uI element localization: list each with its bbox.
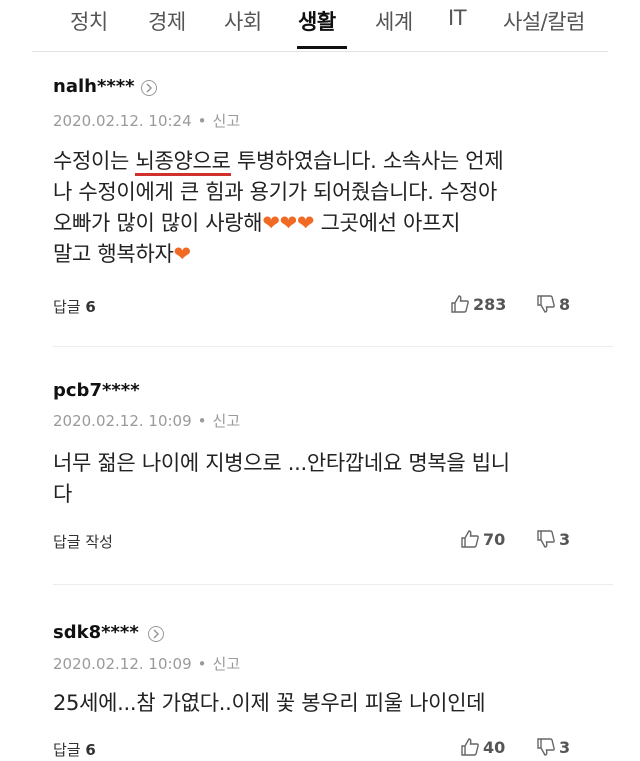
reply-button[interactable]: 답글 6 [53, 739, 96, 760]
reply-button[interactable]: 답글 6 [53, 296, 96, 317]
dislike-count: 3 [559, 529, 571, 549]
tab-economy[interactable]: 경제 [148, 6, 186, 36]
thumbs-up-icon [461, 738, 479, 756]
dislike-button[interactable]: 3 [536, 737, 570, 757]
comment-text: 너무 젊은 나이에 지병으로 ...안타깝네요 명복을 빕니 다 [53, 448, 613, 510]
like-button[interactable]: 40 [460, 737, 505, 757]
comment-text-part: 수정이는 [53, 149, 136, 173]
thumbs-down-icon [537, 530, 555, 548]
thumbs-up-icon [451, 295, 469, 313]
heart-emojis: ❤❤❤ [262, 211, 315, 235]
like-count: 283 [473, 294, 507, 314]
like-button[interactable]: 283 [450, 294, 506, 314]
report-link[interactable]: 신고 [213, 412, 241, 430]
like-count: 40 [483, 737, 506, 757]
reply-count: 6 [85, 741, 96, 759]
comment-divider [53, 584, 613, 585]
report-link[interactable]: 신고 [213, 112, 241, 130]
comment-meta: 2020.02.12. 10:24 • 신고 [53, 112, 241, 130]
write-reply-button[interactable]: 답글 작성 [53, 531, 113, 552]
tab-world[interactable]: 세계 [375, 6, 413, 36]
comment-text-part: 그곳에선 아프지 [314, 211, 461, 235]
comment-text: 25세에...참 가엾다..이제 꽃 봉우리 피울 나이인데 [53, 688, 613, 719]
comment-meta: 2020.02.12. 10:09 • 신고 [53, 412, 241, 430]
reply-label: 답글 [53, 298, 81, 316]
comment-author[interactable]: pcb7**** [53, 380, 140, 401]
thumbs-up-icon [461, 530, 479, 548]
active-tab-indicator [297, 46, 347, 49]
report-link[interactable]: 신고 [213, 655, 241, 673]
comment-text-part: 말고 행복하자 [53, 242, 174, 266]
comment-date: 2020.02.12. 10:09 [53, 412, 192, 430]
reply-label: 답글 [53, 741, 81, 759]
tab-editorial[interactable]: 사설/칼럼 [503, 6, 585, 36]
dislike-button[interactable]: 8 [536, 294, 570, 314]
thumbs-down-icon [537, 738, 555, 756]
comment-author[interactable]: sdk8**** [53, 622, 139, 643]
profile-chevron-icon[interactable] [148, 626, 164, 642]
reply-count: 6 [85, 298, 96, 316]
comment-divider [53, 346, 613, 347]
comment-date: 2020.02.12. 10:09 [53, 655, 192, 673]
tab-politics[interactable]: 정치 [70, 6, 108, 36]
tab-life[interactable]: 생활 [298, 6, 336, 36]
comment-text: 수정이는 뇌종양으로 투병하였습니다. 소속사는 언제 나 수정이에게 큰 힘과… [53, 146, 613, 270]
highlighted-text: 뇌종양으로 [135, 149, 231, 176]
profile-chevron-icon[interactable] [141, 80, 157, 96]
comment-text-part: 25세에...참 가엾다..이제 꽃 봉우리 피울 나이인데 [53, 691, 486, 715]
category-tabs: 정치 경제 사회 생활 세계 IT 사설/칼럼 [0, 0, 640, 52]
comment-author[interactable]: nalh**** [53, 76, 135, 97]
dislike-count: 8 [559, 294, 571, 314]
comment-text-part: 다 [53, 482, 73, 506]
comment-text-part: 나 수정이에게 큰 힘과 용기가 되어줬습니다. 수정아 [53, 180, 498, 204]
comment-text-part: 투병하였습니다. 소속사는 언제 [230, 149, 504, 173]
comment-text-part: 너무 젊은 나이에 지병으로 ...안타깝네요 명복을 빕니 [53, 451, 510, 475]
tab-society[interactable]: 사회 [224, 6, 262, 36]
tab-it[interactable]: IT [448, 6, 467, 30]
comment-date: 2020.02.12. 10:24 [53, 112, 192, 130]
dislike-count: 3 [559, 737, 571, 757]
like-button[interactable]: 70 [460, 529, 505, 549]
dislike-button[interactable]: 3 [536, 529, 570, 549]
comment-meta: 2020.02.12. 10:09 • 신고 [53, 655, 241, 673]
thumbs-down-icon [537, 295, 555, 313]
heart-emoji: ❤ [173, 242, 192, 266]
tabs-divider [32, 51, 608, 52]
like-count: 70 [483, 529, 506, 549]
comment-text-part: 오빠가 많이 많이 사랑해 [53, 211, 263, 235]
